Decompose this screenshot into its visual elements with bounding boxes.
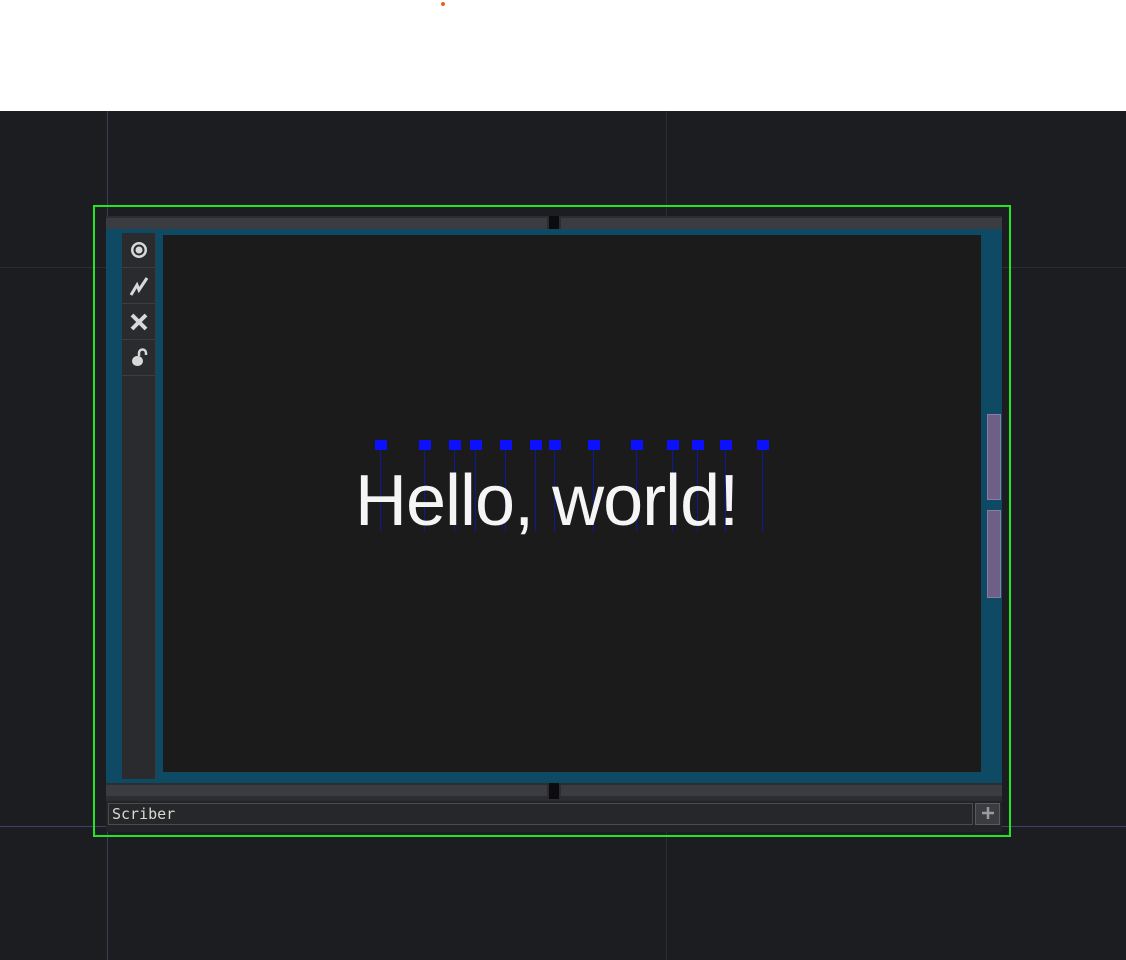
close-button[interactable] xyxy=(122,305,155,340)
view-icon xyxy=(129,240,149,260)
top-header-area xyxy=(0,0,1126,111)
plus-icon xyxy=(981,805,995,824)
scriber-node[interactable]: Hello, world! Scriber xyxy=(106,216,1002,832)
node-output-bar xyxy=(106,783,1002,801)
input-notch xyxy=(549,216,559,229)
view-button[interactable] xyxy=(122,233,155,268)
input-connector-left[interactable] xyxy=(106,218,547,229)
add-button[interactable] xyxy=(975,803,1000,825)
network-workspace[interactable]: Hello, world! Scriber xyxy=(0,111,1126,960)
output-notch xyxy=(549,783,559,799)
scroll-thumb-upper[interactable] xyxy=(987,414,1001,500)
viewer-scrollbar[interactable] xyxy=(986,233,1002,779)
glyph-marker[interactable] xyxy=(549,440,561,450)
glyph-marker-line xyxy=(762,450,763,532)
glyph-marker[interactable] xyxy=(667,440,679,450)
glyph-marker[interactable] xyxy=(631,440,643,450)
input-connector-right[interactable] xyxy=(561,218,1002,229)
glyph-marker[interactable] xyxy=(530,440,542,450)
glyph-marker[interactable] xyxy=(757,440,769,450)
wire-button[interactable] xyxy=(122,269,155,304)
glyph-marker[interactable] xyxy=(449,440,461,450)
glyph-marker[interactable] xyxy=(500,440,512,450)
lock-button[interactable] xyxy=(122,341,155,376)
glyph-marker[interactable] xyxy=(588,440,600,450)
status-dot xyxy=(441,2,445,6)
glyph-marker[interactable] xyxy=(375,440,387,450)
glyph-marker[interactable] xyxy=(720,440,732,450)
node-viewer: Hello, world! xyxy=(106,229,1002,783)
close-icon xyxy=(129,312,149,332)
viewer-toolbar xyxy=(122,233,156,779)
output-connector-left[interactable] xyxy=(106,785,547,796)
node-name-field[interactable]: Scriber xyxy=(108,803,973,825)
scroll-thumb-lower[interactable] xyxy=(987,510,1001,598)
glyph-marker[interactable] xyxy=(419,440,431,450)
output-connector-right[interactable] xyxy=(561,785,1002,796)
glyph-marker[interactable] xyxy=(470,440,482,450)
unlock-icon xyxy=(129,348,149,368)
glyph-marker[interactable] xyxy=(692,440,704,450)
wire-icon xyxy=(128,275,150,297)
rendered-text: Hello, world! xyxy=(355,461,739,541)
viewport-canvas[interactable]: Hello, world! xyxy=(163,235,981,772)
node-input-bar xyxy=(106,216,1002,229)
